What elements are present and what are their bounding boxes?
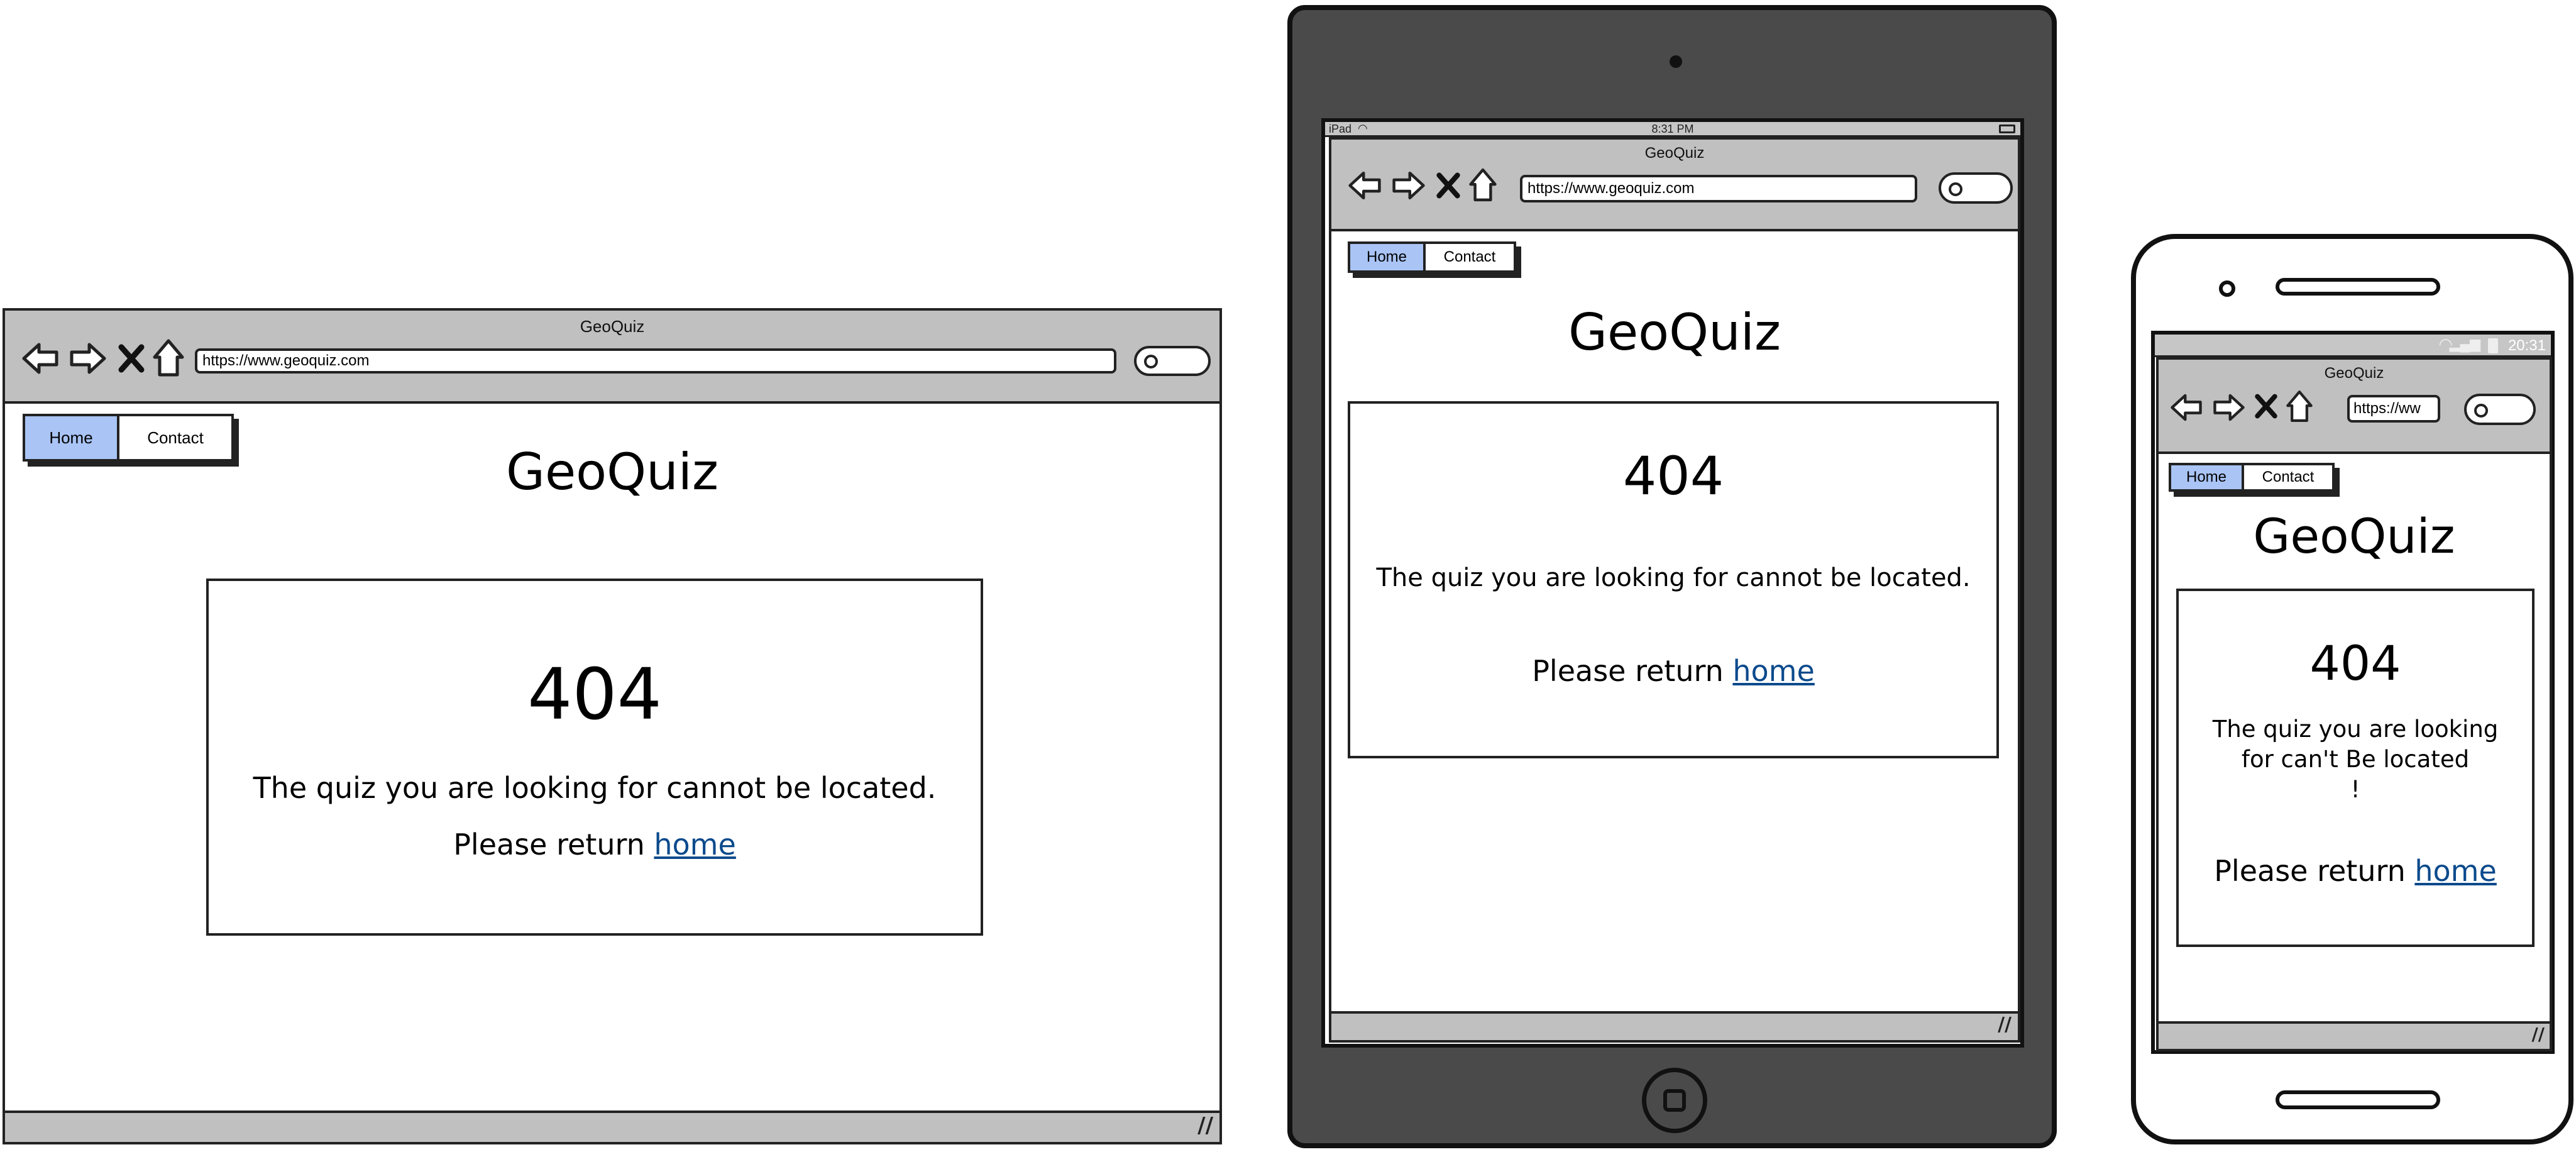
search-icon — [1144, 355, 1158, 368]
search-icon — [1949, 182, 1962, 196]
forward-arrow-icon[interactable] — [68, 338, 108, 379]
error-code: 404 — [2309, 635, 2401, 691]
return-text: Please return — [1532, 654, 1724, 688]
phone-url-field[interactable]: https://ww — [2347, 395, 2440, 423]
page-title: GeoQuiz — [505, 443, 719, 501]
home-icon[interactable] — [151, 337, 186, 379]
error-message-line-1: The quiz you are looking — [2212, 716, 2499, 743]
tablet-browser-toolbar: GeoQuiz https://www.geoquiz.com — [1331, 140, 2018, 231]
battery-icon — [1999, 125, 2015, 133]
battery-icon — [2488, 338, 2498, 353]
phone-browser-toolbar: GeoQuiz https://ww — [2159, 360, 2550, 454]
desktop-url-text: https://www.geoquiz.com — [202, 352, 370, 369]
resize-grip-icon[interactable]: // — [1998, 1014, 2012, 1036]
phone-window-title: GeoQuiz — [2324, 365, 2384, 382]
error-message-line-2: for can't Be located — [2241, 746, 2470, 773]
phone-time: 20:31 — [2507, 337, 2546, 354]
menu-contact[interactable]: Contact — [1426, 244, 1514, 270]
page-title: GeoQuiz — [1568, 303, 1781, 362]
phone-url-text: https://ww — [2353, 400, 2421, 417]
desktop-status-bar: // — [5, 1110, 1219, 1142]
resize-grip-icon[interactable]: // — [1197, 1113, 1213, 1138]
camera-icon — [1670, 55, 1682, 68]
desktop-browser-window: GeoQuiz https://www.geoquiz.com Home Con… — [3, 308, 1222, 1144]
error-message: The quiz you are looking for cannot be l… — [1376, 563, 1971, 592]
forward-arrow-icon[interactable] — [2211, 390, 2247, 425]
phone-search-field[interactable] — [2464, 394, 2536, 425]
error-message-line-3: ! — [2350, 776, 2360, 803]
back-arrow-icon[interactable] — [20, 338, 60, 379]
menu-home[interactable]: Home — [2171, 465, 2244, 489]
phone-device: ◠ ▂▄▆ 20:31 GeoQuiz https://ww Home Cont… — [2131, 234, 2573, 1144]
speaker-icon — [2276, 278, 2440, 296]
camera-icon — [2219, 280, 2235, 297]
stop-icon[interactable] — [1434, 170, 1462, 201]
tablet-nav-menu: Home Contact — [1348, 241, 1516, 273]
return-text: Please return — [453, 828, 645, 861]
signal-icon: ▂▄▆ — [2449, 336, 2480, 352]
back-arrow-icon[interactable] — [2169, 390, 2204, 425]
phone-status-footer: // — [2159, 1021, 2550, 1049]
tablet-window-title: GeoQuiz — [1644, 145, 1705, 162]
tablet-url-field[interactable]: https://www.geoquiz.com — [1520, 175, 1917, 202]
tablet-time: 8:31 PM — [1651, 123, 1694, 135]
menu-contact[interactable]: Contact — [2244, 465, 2332, 489]
back-arrow-icon[interactable] — [1346, 167, 1383, 204]
home-link[interactable]: home — [654, 828, 735, 861]
home-link[interactable]: home — [1732, 654, 1814, 688]
home-button-icon[interactable] — [1642, 1068, 1707, 1133]
return-line: Please return home — [1350, 654, 1996, 688]
phone-status-bar: ◠ ▂▄▆ 20:31 — [2155, 335, 2551, 357]
menu-home[interactable]: Home — [1350, 244, 1426, 270]
stop-icon[interactable] — [116, 341, 147, 376]
search-icon — [2474, 404, 2488, 418]
phone-screen: ◠ ▂▄▆ 20:31 GeoQuiz https://ww Home Cont… — [2151, 331, 2555, 1054]
stop-icon[interactable] — [2253, 391, 2279, 421]
page-title: GeoQuiz — [2253, 508, 2455, 564]
error-card: 404 The quiz you are looking for cannot … — [1348, 401, 1999, 758]
tablet-url-text: https://www.geoquiz.com — [1527, 180, 1695, 197]
tablet-status-bar: iPad ◠ 8:31 PM — [1325, 122, 2020, 137]
forward-arrow-icon[interactable] — [1390, 167, 1427, 204]
phone-nav-menu: Home Contact — [2169, 463, 2335, 492]
resize-grip-icon[interactable]: // — [2532, 1024, 2545, 1044]
desktop-browser-toolbar: GeoQuiz https://www.geoquiz.com — [5, 311, 1219, 404]
desktop-search-field[interactable] — [1134, 346, 1211, 376]
tablet-device: iPad ◠ 8:31 PM GeoQuiz https://www.geoqu… — [1287, 5, 2057, 1148]
speaker-bottom-icon — [2276, 1090, 2440, 1109]
home-link[interactable]: home — [2414, 854, 2496, 888]
tablet-status-footer: // — [1331, 1011, 2018, 1040]
return-line: Please return home — [209, 828, 981, 861]
phone-browser-window: GeoQuiz https://ww Home Contact GeoQuiz … — [2156, 357, 2552, 1051]
tablet-screen: iPad ◠ 8:31 PM GeoQuiz https://www.geoqu… — [1321, 118, 2024, 1048]
return-text: Please return — [2214, 854, 2406, 888]
error-card: 404 The quiz you are looking for cannot … — [206, 579, 983, 936]
return-line: Please return home — [2179, 854, 2532, 888]
home-icon[interactable] — [1467, 166, 1499, 204]
desktop-window-title: GeoQuiz — [580, 317, 645, 336]
error-code: 404 — [527, 654, 662, 736]
tablet-search-field[interactable] — [1939, 172, 2013, 204]
error-message: The quiz you are looking for cannot be l… — [253, 771, 937, 805]
tablet-browser-window: GeoQuiz https://www.geoquiz.com Home Con… — [1329, 137, 2020, 1043]
home-icon[interactable] — [2284, 387, 2315, 425]
error-code: 404 — [1622, 445, 1724, 507]
error-card: 404 The quiz you are looking for can't B… — [2176, 589, 2535, 947]
desktop-url-field[interactable]: https://www.geoquiz.com — [195, 348, 1116, 374]
